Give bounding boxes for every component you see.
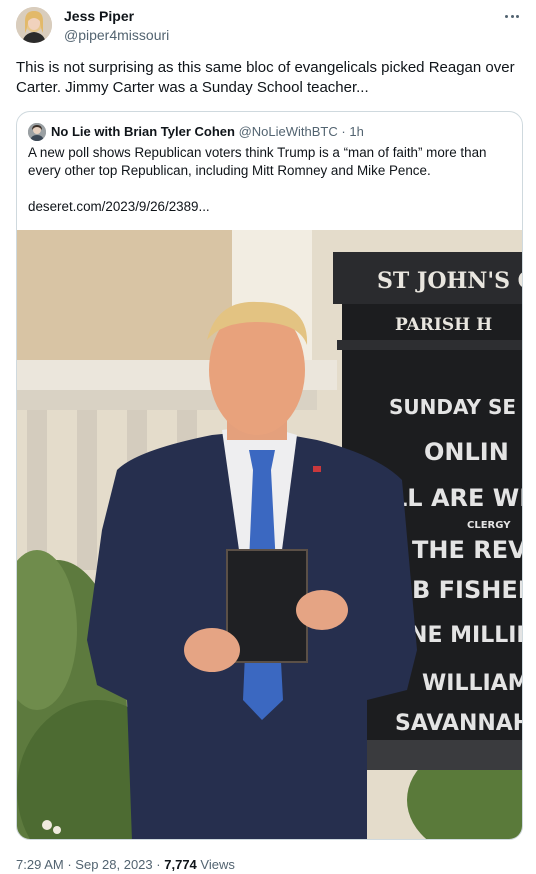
tweet: Jess Piper @piper4missouri This is not s… <box>0 0 536 874</box>
quote-author-handle[interactable]: @NoLieWithBTC <box>239 124 338 139</box>
quote-header: No Lie with Brian Tyler Cohen @NoLieWith… <box>51 124 364 139</box>
quote-author-name[interactable]: No Lie with Brian Tyler Cohen <box>51 124 235 139</box>
author-handle[interactable]: @piper4missouri <box>64 27 169 43</box>
tweet-text: This is not surprising as this same bloc… <box>16 59 515 96</box>
sign-title-line-2: PARISH H <box>395 315 492 335</box>
quote-separator: · <box>341 124 346 139</box>
sign-line-1: SUNDAY SE <box>389 395 516 419</box>
meta-separator: · <box>67 857 72 872</box>
quote-photo-illustration: ST JOHN'S C PARISH H SUNDAY SE ONLIN LL … <box>17 230 523 839</box>
author-avatar-image <box>16 7 52 43</box>
tweet-date[interactable]: Sep 28, 2023 <box>75 857 152 872</box>
quote-photo[interactable]: ST JOHN'S C PARISH H SUNDAY SE ONLIN LL … <box>17 230 523 839</box>
meta-separator: · <box>156 857 161 872</box>
quote-timestamp[interactable]: 1h <box>349 124 363 139</box>
sign-line-4: CLERGY <box>467 520 511 531</box>
sign-line-6: B FISHER. <box>412 576 523 604</box>
sign-line-2: ONLIN <box>424 438 509 466</box>
quote-link[interactable]: deseret.com/2023/9/26/2389... <box>28 199 210 214</box>
tweet-time[interactable]: 7:29 AM <box>16 857 64 872</box>
quote-tweet-card[interactable]: No Lie with Brian Tyler Cohen @NoLieWith… <box>16 111 523 840</box>
author-avatar[interactable] <box>16 7 52 43</box>
sign-line-9: SAVANNAH <box>395 711 523 736</box>
quote-text: A new poll shows Republican voters think… <box>28 145 487 178</box>
views-label: Views <box>200 857 235 872</box>
views-count[interactable]: 7,774 <box>164 857 197 872</box>
tweet-meta: 7:29 AM · Sep 28, 2023 · 7,774 Views <box>16 857 235 872</box>
quote-author-avatar[interactable] <box>28 123 46 141</box>
quote-author-avatar-image <box>28 123 46 141</box>
more-horizontal-icon <box>505 14 509 18</box>
author-name[interactable]: Jess Piper <box>64 8 134 24</box>
more-options-button[interactable] <box>498 6 526 26</box>
sign-line-5: THE REVE <box>412 536 523 564</box>
sign-line-3: LL ARE WE <box>392 484 523 512</box>
sign-line-8: WILLIAM <box>422 671 523 696</box>
sign-title-line-1: ST JOHN'S C <box>377 268 523 294</box>
